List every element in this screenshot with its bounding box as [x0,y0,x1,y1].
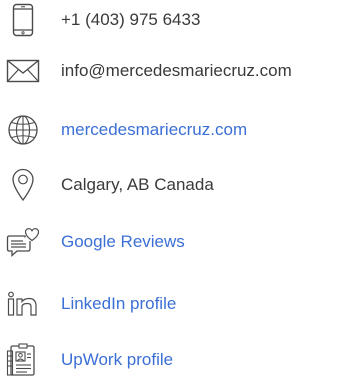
globe-icon [5,112,41,148]
upwork-profile-icon [5,342,41,378]
linkedin-profile-link[interactable]: LinkedIn profile [61,294,176,314]
upwork-profile-link[interactable]: UpWork profile [61,350,173,370]
contact-row-location: Calgary, AB Canada [0,165,337,205]
phone-number-text: +1 (403) 975 6433 [61,10,201,29]
contact-list: +1 (403) 975 6433 info@mercedesmariecruz… [0,0,337,381]
contact-row-google-reviews[interactable]: Google Reviews [0,222,337,262]
review-bubble-heart-icon [5,224,41,260]
contact-row-email: info@mercedesmariecruz.com [0,51,337,91]
email-text: info@mercedesmariecruz.com [61,61,292,80]
contact-row-phone: +1 (403) 975 6433 [0,0,337,40]
linkedin-icon [5,286,41,322]
location-text: Calgary, AB Canada [61,175,214,194]
website-link[interactable]: mercedesmariecruz.com [61,120,247,140]
map-pin-icon [5,167,41,203]
contact-row-upwork[interactable]: UpWork profile [0,340,337,380]
smartphone-icon [5,2,41,38]
contact-row-website[interactable]: mercedesmariecruz.com [0,110,337,150]
google-reviews-link[interactable]: Google Reviews [61,232,185,252]
envelope-icon [5,53,41,89]
contact-row-linkedin[interactable]: LinkedIn profile [0,284,337,324]
